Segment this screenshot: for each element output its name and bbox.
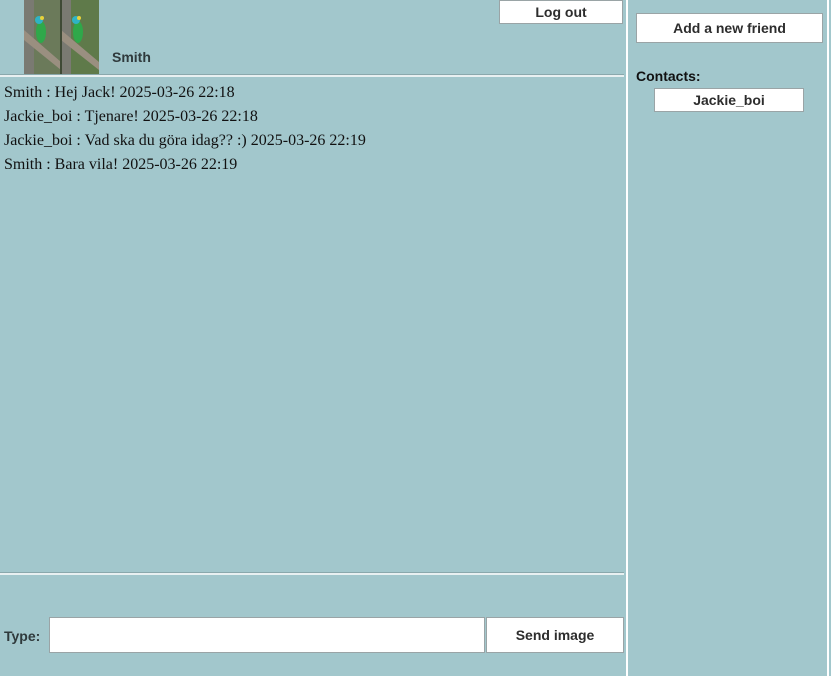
contact-item[interactable]: Jackie_boi — [654, 88, 804, 112]
message-item: Smith : Hej Jack! 2025-03-26 22:18 — [4, 84, 235, 101]
composer-divider — [0, 572, 624, 575]
message-list: Smith : Hej Jack! 2025-03-26 22:18 Jacki… — [4, 82, 620, 568]
message-input[interactable] — [49, 617, 485, 653]
avatar — [24, 0, 99, 74]
chat-panel: Smith Log out Smith : Hej Jack! 2025-03-… — [0, 0, 624, 676]
add-friend-button[interactable]: Add a new friend — [636, 13, 823, 43]
header-divider — [0, 74, 624, 77]
type-label: Type: — [4, 628, 41, 644]
contacts-heading: Contacts: — [636, 68, 701, 84]
message-item: Jackie_boi : Tjenare! 2025-03-26 22:18 — [4, 108, 258, 125]
contacts-sidebar: Add a new friend Contacts: Jackie_boi — [626, 0, 829, 676]
message-item: Jackie_boi : Vad ska du göra idag?? :) 2… — [4, 132, 366, 149]
logout-button[interactable]: Log out — [499, 0, 623, 24]
message-item: Smith : Bara vila! 2025-03-26 22:19 — [4, 156, 238, 173]
send-image-button[interactable]: Send image — [486, 617, 624, 653]
current-username: Smith — [112, 49, 151, 65]
